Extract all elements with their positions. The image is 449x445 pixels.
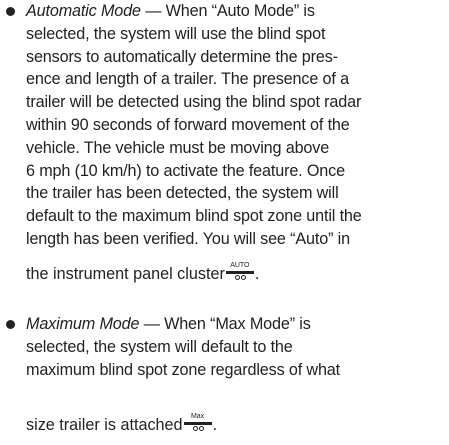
bullet-icon [6, 320, 15, 329]
text-line: default to the maximum blind spot zone u… [26, 207, 362, 226]
text-fragment: . [212, 416, 218, 434]
text-line: ence and length of a trailer. The presen… [26, 70, 349, 89]
maximum-mode-paragraph: Maximum Mode — When “Max Mode” is select… [26, 313, 446, 381]
text-line: the instrument panel cluster AUTO. [26, 261, 259, 286]
text-line: vehicle. The vehicle must be moving abov… [26, 138, 330, 157]
text-fragment: — When “Auto Mode” is [140, 2, 315, 20]
text-line: maximum blind spot zone regardless of wh… [26, 360, 341, 379]
text-line: length has been verified. You will see “… [26, 229, 350, 248]
icon-bar [183, 422, 212, 425]
trailer-auto-icon: AUTO [225, 261, 255, 283]
icon-wheel [234, 275, 240, 280]
text-fragment: . [254, 265, 260, 283]
text-line: selected, the system will use the blind … [26, 24, 326, 43]
text-line: within 90 seconds of forward movement of… [26, 115, 350, 134]
text-line: 6 mph (10 km/h) to activate the feature.… [26, 161, 345, 180]
maximum-mode-heading: Maximum Mode [26, 315, 140, 333]
bullet-icon [6, 7, 15, 16]
manual-page: Automatic Mode — When “Auto Mode” is sel… [0, 0, 449, 445]
icon-label: AUTO [230, 262, 250, 269]
icon-label: Max [190, 413, 205, 420]
icon-wheel [198, 426, 204, 431]
text-line: sensors to automatically determine the p… [26, 47, 338, 66]
text-fragment: — When “Max Mode” is [139, 315, 311, 333]
text-line: trailer will be detected using the blind… [26, 93, 362, 112]
text-fragment: size trailer is attached [26, 416, 183, 434]
text-line: Maximum Mode — When “Max Mode” is [26, 313, 446, 336]
automatic-mode-paragraph: Automatic Mode — When “Auto Mode” is sel… [26, 0, 446, 251]
text-line: Automatic Mode — When “Auto Mode” is [26, 0, 446, 23]
text-line: selected, the system will default to the [26, 337, 293, 356]
icon-wheel [240, 275, 246, 280]
icon-bar [225, 271, 254, 274]
text-fragment: the instrument panel cluster [26, 265, 225, 283]
automatic-mode-heading: Automatic Mode [26, 2, 141, 20]
icon-wheel [192, 426, 198, 431]
text-line: size trailer is attached Max. [26, 412, 217, 437]
trailer-max-icon: Max [183, 412, 213, 434]
text-line: the trailer has been detected, the syste… [26, 184, 339, 203]
